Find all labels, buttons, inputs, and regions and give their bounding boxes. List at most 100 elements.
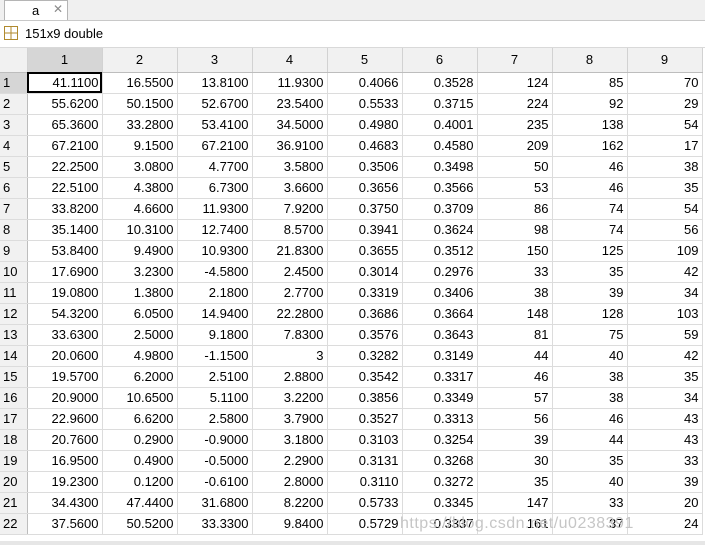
table-cell[interactable]: 92 bbox=[552, 93, 628, 115]
table-cell[interactable]: 0.3655 bbox=[327, 240, 403, 262]
table-cell[interactable]: 74 bbox=[552, 198, 628, 220]
table-cell[interactable]: 54 bbox=[627, 198, 703, 220]
table-cell[interactable]: 31.6800 bbox=[177, 492, 253, 514]
table-cell[interactable]: 70 bbox=[627, 72, 703, 94]
table-cell[interactable]: 1.3800 bbox=[102, 282, 178, 304]
table-cell[interactable]: 3.2200 bbox=[252, 387, 328, 409]
table-cell[interactable]: 3.6600 bbox=[252, 177, 328, 199]
table-cell[interactable]: 22.2800 bbox=[252, 303, 328, 325]
table-cell[interactable]: 3.0800 bbox=[102, 156, 178, 178]
table-cell[interactable]: 53.8400 bbox=[27, 240, 103, 262]
table-cell[interactable]: 47.4400 bbox=[102, 492, 178, 514]
table-cell[interactable]: 4.6600 bbox=[102, 198, 178, 220]
row-header-6[interactable]: 6 bbox=[0, 177, 28, 199]
table-cell[interactable]: 65.3600 bbox=[27, 114, 103, 136]
table-cell[interactable]: 23.5400 bbox=[252, 93, 328, 115]
table-cell[interactable]: 0.3686 bbox=[327, 303, 403, 325]
table-cell[interactable]: 40 bbox=[552, 471, 628, 493]
table-cell[interactable]: 33.6300 bbox=[27, 324, 103, 346]
table-cell[interactable]: 0.3709 bbox=[402, 198, 478, 220]
table-cell[interactable]: 0.3856 bbox=[327, 387, 403, 409]
table-cell[interactable]: 10.9300 bbox=[177, 240, 253, 262]
table-cell[interactable]: 34 bbox=[627, 387, 703, 409]
table-cell[interactable]: 162 bbox=[552, 135, 628, 157]
variable-grid[interactable]: 123456789 1 41.1100 16.5500 13.8100 11.9300 0… bbox=[0, 48, 705, 545]
row-header-11[interactable]: 11 bbox=[0, 282, 28, 304]
table-cell[interactable]: 22.9600 bbox=[27, 408, 103, 430]
table-cell[interactable]: 9.8400 bbox=[252, 513, 328, 535]
table-cell[interactable]: -0.6100 bbox=[177, 471, 253, 493]
row-header-20[interactable]: 20 bbox=[0, 471, 28, 493]
close-icon[interactable]: ✕ bbox=[53, 2, 63, 16]
table-cell[interactable]: 0.3664 bbox=[402, 303, 478, 325]
table-cell[interactable]: 16.5500 bbox=[102, 72, 178, 94]
table-cell[interactable]: 59 bbox=[627, 324, 703, 346]
table-cell[interactable]: 0.3715 bbox=[402, 93, 478, 115]
table-cell[interactable]: 0.3566 bbox=[402, 177, 478, 199]
row-header-21[interactable]: 21 bbox=[0, 492, 28, 514]
table-cell[interactable]: 35 bbox=[627, 177, 703, 199]
table-cell[interactable]: 40 bbox=[552, 345, 628, 367]
column-header-9[interactable]: 9 bbox=[627, 48, 703, 73]
table-cell[interactable]: 5.1100 bbox=[177, 387, 253, 409]
table-cell[interactable]: 17.6900 bbox=[27, 261, 103, 283]
table-cell[interactable]: 0.3268 bbox=[402, 450, 478, 472]
table-cell[interactable]: 0.3406 bbox=[402, 282, 478, 304]
table-cell[interactable]: 46 bbox=[552, 177, 628, 199]
table-cell[interactable]: 11.9300 bbox=[177, 198, 253, 220]
table-cell[interactable]: 0.3512 bbox=[402, 240, 478, 262]
table-cell[interactable]: 38 bbox=[627, 156, 703, 178]
table-cell[interactable]: 39 bbox=[627, 471, 703, 493]
row-header-3[interactable]: 3 bbox=[0, 114, 28, 136]
table-cell[interactable]: 235 bbox=[477, 114, 553, 136]
table-cell[interactable]: 39 bbox=[477, 429, 553, 451]
table-cell[interactable]: 6.2000 bbox=[102, 366, 178, 388]
row-header-15[interactable]: 15 bbox=[0, 366, 28, 388]
table-cell[interactable]: 6.0500 bbox=[102, 303, 178, 325]
table-cell[interactable]: 3 bbox=[252, 345, 328, 367]
table-cell[interactable]: 20.9000 bbox=[27, 387, 103, 409]
table-cell[interactable]: 138 bbox=[552, 114, 628, 136]
table-cell[interactable]: 0.3576 bbox=[327, 324, 403, 346]
table-cell[interactable]: 2.5100 bbox=[177, 366, 253, 388]
table-cell[interactable]: 12.7400 bbox=[177, 219, 253, 241]
table-cell[interactable]: 0.3149 bbox=[402, 345, 478, 367]
table-cell[interactable]: 34.4300 bbox=[27, 492, 103, 514]
table-cell[interactable]: -0.5000 bbox=[177, 450, 253, 472]
table-cell[interactable]: 33 bbox=[552, 492, 628, 514]
table-cell[interactable]: 161 bbox=[477, 513, 553, 535]
table-cell[interactable]: 3.2300 bbox=[102, 261, 178, 283]
table-cell[interactable]: 35 bbox=[477, 471, 553, 493]
table-cell[interactable]: 54 bbox=[627, 114, 703, 136]
table-cell[interactable]: 0.3656 bbox=[327, 177, 403, 199]
row-header-19[interactable]: 19 bbox=[0, 450, 28, 472]
table-cell[interactable]: 14.9400 bbox=[177, 303, 253, 325]
table-cell[interactable]: 53 bbox=[477, 177, 553, 199]
row-header-7[interactable]: 7 bbox=[0, 198, 28, 220]
table-cell[interactable]: 0.3345 bbox=[402, 492, 478, 514]
table-cell[interactable]: 35 bbox=[552, 261, 628, 283]
table-cell[interactable]: 67.2100 bbox=[177, 135, 253, 157]
table-cell[interactable]: 11.9300 bbox=[252, 72, 328, 94]
table-cell[interactable]: 109 bbox=[627, 240, 703, 262]
table-cell[interactable]: 37 bbox=[552, 513, 628, 535]
table-cell[interactable]: 3.7900 bbox=[252, 408, 328, 430]
table-cell[interactable]: 33 bbox=[627, 450, 703, 472]
table-cell[interactable]: 53.4100 bbox=[177, 114, 253, 136]
table-cell[interactable]: 38 bbox=[552, 366, 628, 388]
table-cell[interactable]: -1.1500 bbox=[177, 345, 253, 367]
row-header-8[interactable]: 8 bbox=[0, 219, 28, 241]
table-cell[interactable]: 4.7700 bbox=[177, 156, 253, 178]
table-cell[interactable]: 6.7300 bbox=[177, 177, 253, 199]
table-cell[interactable]: 0.3272 bbox=[402, 471, 478, 493]
table-cell[interactable]: 0.3542 bbox=[327, 366, 403, 388]
table-cell[interactable]: 30 bbox=[477, 450, 553, 472]
row-header-4[interactable]: 4 bbox=[0, 135, 28, 157]
table-cell[interactable]: 46 bbox=[477, 366, 553, 388]
table-cell[interactable]: 24 bbox=[627, 513, 703, 535]
table-cell[interactable]: 8.2200 bbox=[252, 492, 328, 514]
table-cell[interactable]: 0.2976 bbox=[402, 261, 478, 283]
table-cell[interactable]: 20 bbox=[627, 492, 703, 514]
table-cell[interactable]: 0.3282 bbox=[327, 345, 403, 367]
table-cell[interactable]: 9.1500 bbox=[102, 135, 178, 157]
